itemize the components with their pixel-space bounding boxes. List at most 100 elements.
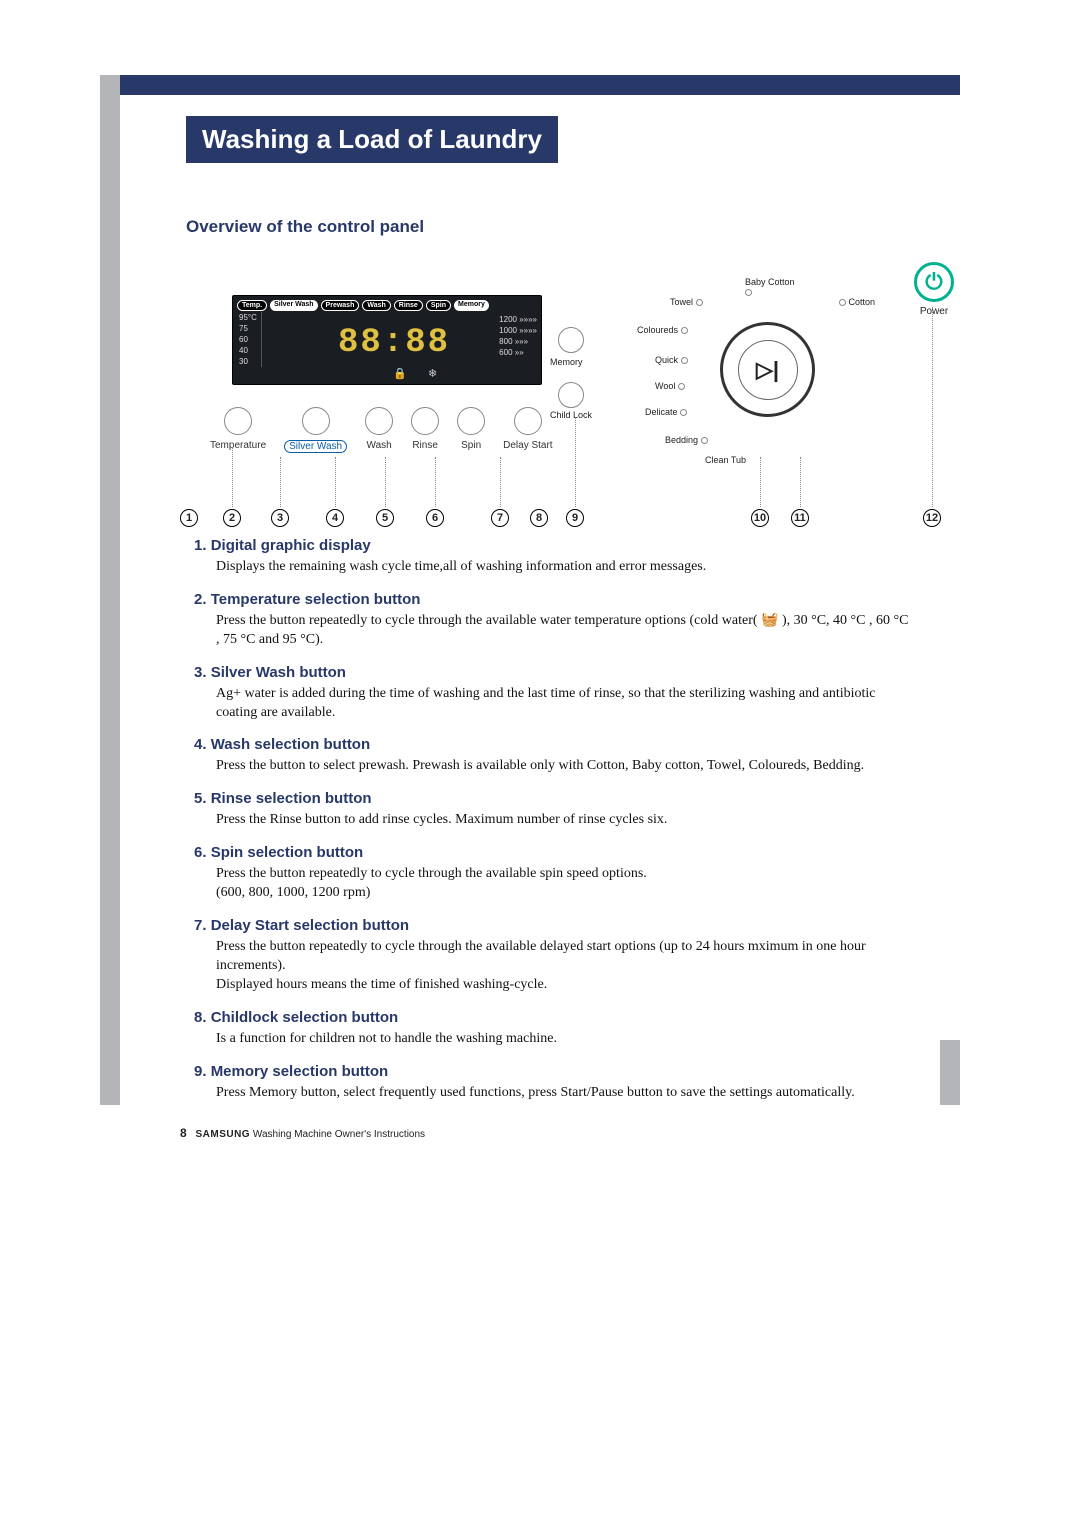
program-dial-wrap: ▷| Cotton Baby Cotton Towel Coloureds Qu…: [675, 277, 865, 467]
prog-babycotton: Baby Cotton: [745, 277, 795, 297]
item-7-title: Delay Start selection button: [211, 917, 409, 934]
item-4-title: Wash selection button: [211, 736, 370, 753]
silverwash-button[interactable]: Silver Wash: [284, 407, 347, 453]
prog-wool: Wool: [655, 381, 685, 391]
spin-button[interactable]: Spin: [457, 407, 485, 453]
childlock-button-label: Child Lock: [550, 410, 592, 420]
spin-800: 800 »»»: [499, 336, 537, 347]
callout-1: 1: [180, 509, 198, 527]
page-title: Washing a Load of Laundry: [186, 116, 558, 163]
seven-segment-display: 88:88: [338, 324, 450, 362]
page-title-row: Washing a Load of Laundry: [180, 110, 920, 169]
childlock-button[interactable]: [558, 382, 584, 408]
delaystart-button-label: Delay Start: [503, 440, 552, 451]
item-5-num: 5.: [194, 790, 207, 807]
footer-line: 8 SAMSUNG Washing Machine Owner's Instru…: [180, 1126, 920, 1140]
callout-2: 2: [223, 509, 241, 527]
callout-10: 10: [751, 509, 769, 527]
left-accent-bar: [100, 75, 120, 1105]
item-7-body: Press the button repeatedly to cycle thr…: [194, 938, 914, 995]
content-area: Washing a Load of Laundry Overview of th…: [180, 50, 920, 1140]
wash-button[interactable]: Wash: [365, 407, 393, 453]
pill-rinse: Rinse: [394, 300, 423, 311]
delaystart-button[interactable]: Delay Start: [503, 407, 552, 453]
item-2: 2. Temperature selection button Press th…: [194, 591, 914, 650]
leader-7: [500, 457, 501, 507]
item-3-title: Silver Wash button: [211, 664, 346, 681]
leader-10: [760, 457, 761, 507]
prog-coloureds: Coloureds: [637, 325, 688, 335]
item-4-num: 4.: [194, 736, 207, 753]
spin-levels: 1200 »»»» 1000 »»»» 800 »»» 600 »»: [499, 314, 537, 358]
callout-7: 7: [491, 509, 509, 527]
memory-button[interactable]: [558, 327, 584, 353]
leader-1: [232, 447, 233, 507]
item-7-num: 7.: [194, 917, 207, 934]
item-2-body: Press the button repeatedly to cycle thr…: [194, 612, 914, 650]
prog-delicate: Delicate: [645, 407, 687, 417]
prog-cleantub: Clean Tub: [705, 455, 746, 465]
leader-12: [932, 307, 933, 507]
item-8: 8. Childlock selection button Is a funct…: [194, 1009, 914, 1049]
leader-4: [335, 457, 336, 507]
item-5-title: Rinse selection button: [211, 790, 372, 807]
power-button-label: Power: [914, 306, 954, 317]
silverwash-button-label: Silver Wash: [284, 440, 347, 453]
item-1-body: Displays the remaining wash cycle time,a…: [194, 558, 914, 577]
callout-4: 4: [326, 509, 344, 527]
item-9: 9. Memory selection button Press Memory …: [194, 1063, 914, 1103]
power-button[interactable]: ⏻: [914, 262, 954, 302]
item-8-num: 8.: [194, 1009, 207, 1026]
digital-display: Temp. Silver Wash Prewash Wash Rinse Spi…: [232, 295, 542, 385]
callout-8: 8: [530, 509, 548, 527]
item-4-body: Press the button to select prewash. Prew…: [194, 757, 914, 776]
pill-silverwash: Silver Wash: [270, 300, 317, 311]
item-9-title: Memory selection button: [211, 1063, 389, 1080]
item-3-num: 3.: [194, 664, 207, 681]
spin-600: 600 »»: [499, 347, 537, 358]
callout-6: 6: [426, 509, 444, 527]
right-accent-bar: [940, 1040, 960, 1105]
item-1-num: 1.: [194, 537, 207, 554]
temp-levels: 95°C 75 60 40 30: [239, 312, 262, 367]
item-9-body: Press Memory button, select frequently u…: [194, 1084, 914, 1103]
temp-60: 60: [239, 334, 257, 345]
item-3: 3. Silver Wash button Ag+ water is added…: [194, 664, 914, 723]
lock-icon: 🔒: [393, 367, 407, 380]
pill-temp: Temp.: [237, 300, 267, 311]
temp-95: 95°C: [239, 312, 257, 323]
spin-1200: 1200 »»»»: [499, 314, 537, 325]
spin-button-label: Spin: [461, 440, 481, 451]
control-panel-figure: Temp. Silver Wash Prewash Wash Rinse Spi…: [180, 247, 960, 527]
power-wrap: ⏻ Power: [914, 262, 954, 317]
callout-12: 12: [923, 509, 941, 527]
callout-row: 1 2 3 4 5 6 7 8 9 10 11 12: [180, 505, 960, 527]
start-pause-icon[interactable]: ▷|: [738, 340, 798, 400]
leader-3: [280, 457, 281, 507]
memory-button-label: Memory: [550, 357, 583, 367]
item-4: 4. Wash selection button Press the butto…: [194, 736, 914, 776]
item-1: 1. Digital graphic display Displays the …: [194, 537, 914, 577]
item-6: 6. Spin selection button Press the butto…: [194, 844, 914, 903]
prog-bedding: Bedding: [665, 435, 708, 445]
item-8-title: Childlock selection button: [211, 1009, 399, 1026]
pill-wash: Wash: [362, 300, 390, 311]
item-3-body: Ag+ water is added during the time of wa…: [194, 685, 914, 723]
section-heading: Overview of the control panel: [186, 217, 920, 237]
footer-brand: SAMSUNG: [195, 1129, 250, 1140]
footer-tail: Washing Machine Owner's Instructions: [253, 1129, 425, 1140]
temp-30: 30: [239, 356, 257, 367]
item-8-body: Is a function for children not to handle…: [194, 1030, 914, 1049]
temperature-button[interactable]: Temperature: [210, 407, 266, 453]
callout-5: 5: [376, 509, 394, 527]
gear-icon: ❄: [428, 367, 437, 380]
item-9-num: 9.: [194, 1063, 207, 1080]
rinse-button-label: Rinse: [412, 440, 438, 451]
program-dial[interactable]: ▷|: [720, 322, 815, 417]
rinse-button[interactable]: Rinse: [411, 407, 439, 453]
description-list: 1. Digital graphic display Displays the …: [194, 537, 914, 1102]
item-1-title: Digital graphic display: [211, 537, 371, 554]
temp-40: 40: [239, 345, 257, 356]
temperature-button-label: Temperature: [210, 440, 266, 451]
item-2-title: Temperature selection button: [211, 591, 421, 608]
